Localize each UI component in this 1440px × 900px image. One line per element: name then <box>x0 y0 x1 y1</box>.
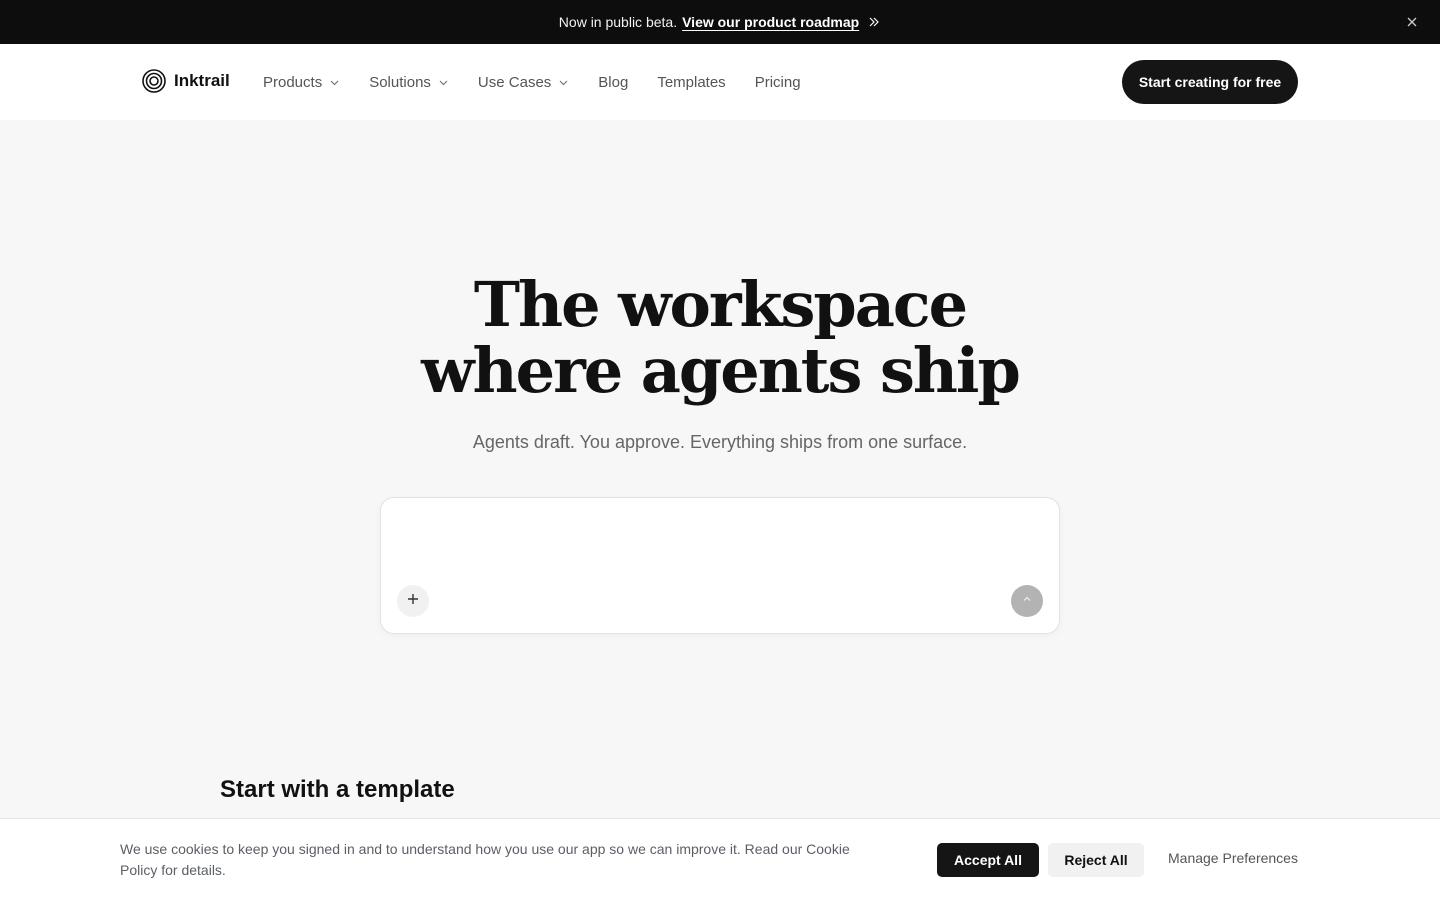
manage-preferences-button[interactable]: Manage Preferences <box>1168 850 1298 866</box>
hero-title: The workspace where agents ship <box>0 272 1440 404</box>
nav-label: Blog <box>598 73 629 91</box>
hero-subtitle: Agents draft. You approve. Everything sh… <box>472 432 968 452</box>
nav-templates[interactable]: Templates <box>657 72 725 92</box>
attach-button[interactable] <box>397 585 429 617</box>
nav-blog[interactable]: Blog <box>598 72 628 92</box>
site-header: Inktrail Products Solutions Use Cases Bl… <box>0 44 1440 120</box>
hero-title-line-1: The workspace <box>473 268 968 341</box>
inktrail-logo-icon <box>142 69 166 93</box>
nav-products[interactable]: Products <box>263 72 340 92</box>
brand-name: Inktrail <box>174 71 230 90</box>
nav-use-cases[interactable]: Use Cases <box>478 72 569 92</box>
accept-all-button[interactable]: Accept All <box>937 843 1039 877</box>
brand-logo[interactable]: Inktrail <box>142 69 230 93</box>
nav-label: Use Cases <box>477 73 552 91</box>
nav-label: Pricing <box>754 73 801 91</box>
chevron-down-icon <box>558 77 569 88</box>
announcement-bar: Now in public beta. View our product roa… <box>0 0 1440 44</box>
chevron-down-icon <box>329 77 340 88</box>
announcement-text: Now in public beta. <box>558 14 678 30</box>
plus-icon <box>407 592 419 610</box>
chevron-down-icon <box>438 77 449 88</box>
nav-pricing[interactable]: Pricing <box>755 72 801 92</box>
send-button[interactable] <box>1011 585 1043 617</box>
cookie-banner: We use cookies to keep you signed in and… <box>0 818 1440 900</box>
prompt-input[interactable] <box>399 514 1039 574</box>
templates-heading: Start with a template <box>220 776 455 803</box>
double-chevron-right-icon <box>867 15 881 29</box>
prompt-box <box>380 497 1060 634</box>
reject-all-button[interactable]: Reject All <box>1048 843 1144 877</box>
cookie-message: We use cookies to keep you signed in and… <box>120 841 850 878</box>
start-creating-button[interactable]: Start creating for free <box>1122 60 1298 104</box>
main-nav: Products Solutions Use Cases Blog Templa… <box>263 72 830 92</box>
nav-label: Templates <box>657 73 726 91</box>
hero-title-line-2: where agents ship <box>421 334 1021 407</box>
close-icon[interactable] <box>1404 14 1420 30</box>
arrow-up-icon <box>1021 592 1033 610</box>
nav-solutions[interactable]: Solutions <box>369 72 449 92</box>
nav-label: Products <box>263 73 323 91</box>
nav-label: Solutions <box>369 73 431 91</box>
roadmap-link[interactable]: View our product roadmap <box>682 14 859 30</box>
